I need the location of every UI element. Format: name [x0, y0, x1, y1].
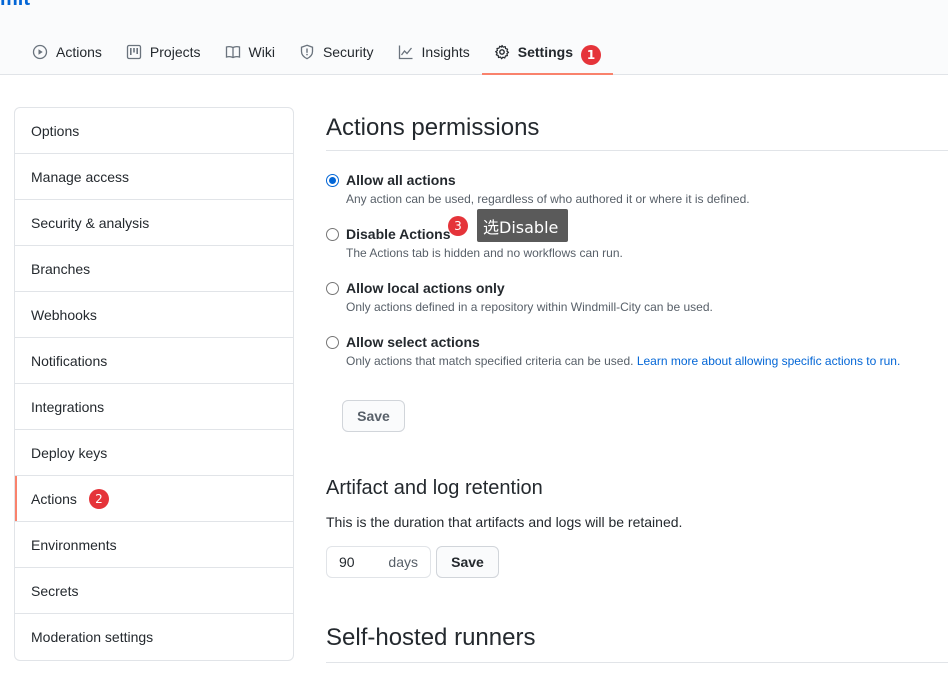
option-note: The Actions tab is hidden and no workflo…	[346, 246, 623, 260]
sidebar-item-label: Deploy keys	[31, 444, 108, 461]
sidebar-item-environments[interactable]: Environments	[15, 522, 293, 568]
sidebar-item-label: Actions	[31, 490, 77, 507]
sidebar-item-label: Security & analysis	[31, 214, 150, 231]
sidebar-item-label: Moderation settings	[31, 629, 154, 645]
tab-security[interactable]: Security	[287, 30, 386, 74]
disable-actions-radio[interactable]	[326, 228, 339, 241]
project-icon	[126, 44, 142, 60]
sidebar-item-branches[interactable]: Branches	[15, 246, 293, 292]
sidebar-item-moderation-settings[interactable]: Moderation settings	[15, 614, 293, 660]
allow-select-radio[interactable]	[326, 336, 339, 349]
gear-icon	[494, 44, 510, 60]
tab-label: Insights	[421, 44, 470, 60]
annotation-badge-3: 3	[448, 216, 468, 236]
sidebar-item-secrets[interactable]: Secrets	[15, 568, 293, 614]
sidebar-item-label: Integrations	[31, 398, 105, 415]
option-label: Allow local actions only	[346, 280, 505, 296]
permissions-heading: Actions permissions	[326, 114, 948, 151]
sidebar-item-label: Manage access	[31, 168, 130, 185]
sidebar-item-label: Environments	[31, 536, 117, 553]
runners-heading: Self-hosted runners	[326, 624, 948, 663]
permissions-save-button[interactable]: Save	[342, 400, 405, 432]
shield-icon	[299, 44, 315, 60]
annotation-tooltip: 选Disable	[477, 209, 568, 242]
allow-local-radio[interactable]	[326, 282, 339, 295]
allow-all-radio[interactable]	[326, 174, 339, 187]
option-note-text: Only actions that match specified criter…	[346, 354, 634, 368]
sidebar-item-options[interactable]: Options	[15, 108, 293, 154]
retention-days-unit: days	[388, 554, 418, 570]
sidebar-item-label: Notifications	[31, 352, 108, 369]
repo-tabs: Actions Projects Wiki Security Insights	[20, 30, 614, 75]
tab-label: Wiki	[248, 44, 275, 60]
sidebar-item-actions[interactable]: Actions 2	[15, 476, 293, 522]
tab-label: Actions	[56, 44, 102, 60]
sidebar-item-label: Webhooks	[31, 306, 97, 323]
learn-more-link[interactable]: Learn more about allowing specific actio…	[637, 354, 900, 368]
book-icon	[225, 44, 241, 60]
option-note: Any action can be used, regardless of wh…	[346, 192, 750, 206]
repo-header: mit Actions Projects Wiki Security	[0, 0, 948, 75]
sidebar-item-label: Options	[31, 122, 80, 139]
sidebar-item-label: Secrets	[31, 582, 79, 599]
retention-days-input[interactable]: 90	[339, 554, 355, 570]
tab-label: Projects	[149, 44, 201, 60]
option-allow-local[interactable]: Allow local actions only Only actions de…	[326, 280, 713, 314]
retention-days-field[interactable]: 90 days	[326, 546, 431, 578]
option-allow-select[interactable]: Allow select actions Only actions that m…	[326, 334, 900, 368]
sidebar-item-webhooks[interactable]: Webhooks	[15, 292, 293, 338]
annotation-badge-2: 2	[88, 488, 109, 509]
option-note: Only actions that match specified criter…	[346, 354, 900, 368]
sidebar-item-manage-access[interactable]: Manage access	[15, 154, 293, 200]
tab-projects[interactable]: Projects	[114, 30, 213, 74]
sidebar-item-notifications[interactable]: Notifications	[15, 338, 293, 384]
retention-save-button[interactable]: Save	[436, 546, 499, 578]
tab-label: Settings	[517, 44, 573, 60]
retention-heading: Artifact and log retention	[326, 477, 543, 499]
retention-description: This is the duration that artifacts and …	[326, 514, 683, 530]
option-allow-all[interactable]: Allow all actions Any action can be used…	[326, 172, 750, 206]
repo-name[interactable]: mit	[0, 0, 30, 11]
tab-label: Security	[322, 44, 374, 60]
option-note: Only actions defined in a repository wit…	[346, 300, 713, 314]
option-label: Allow select actions	[346, 334, 480, 350]
play-icon	[32, 44, 48, 60]
sidebar-item-security-analysis[interactable]: Security & analysis	[15, 200, 293, 246]
sidebar-item-deploy-keys[interactable]: Deploy keys	[15, 430, 293, 476]
sidebar-item-label: Branches	[31, 260, 91, 277]
tab-actions[interactable]: Actions	[20, 30, 114, 74]
option-label: Allow all actions	[346, 172, 456, 188]
tab-settings[interactable]: Settings 1	[481, 30, 614, 75]
graph-icon	[398, 44, 414, 60]
settings-sidebar: Options Manage access Security & analysi…	[14, 107, 294, 661]
tab-insights[interactable]: Insights	[386, 30, 482, 74]
option-disable-actions[interactable]: Disable Actions The Actions tab is hidde…	[326, 226, 623, 260]
tab-wiki[interactable]: Wiki	[213, 30, 287, 74]
annotation-badge-1: 1	[581, 45, 601, 65]
sidebar-item-integrations[interactable]: Integrations	[15, 384, 293, 430]
